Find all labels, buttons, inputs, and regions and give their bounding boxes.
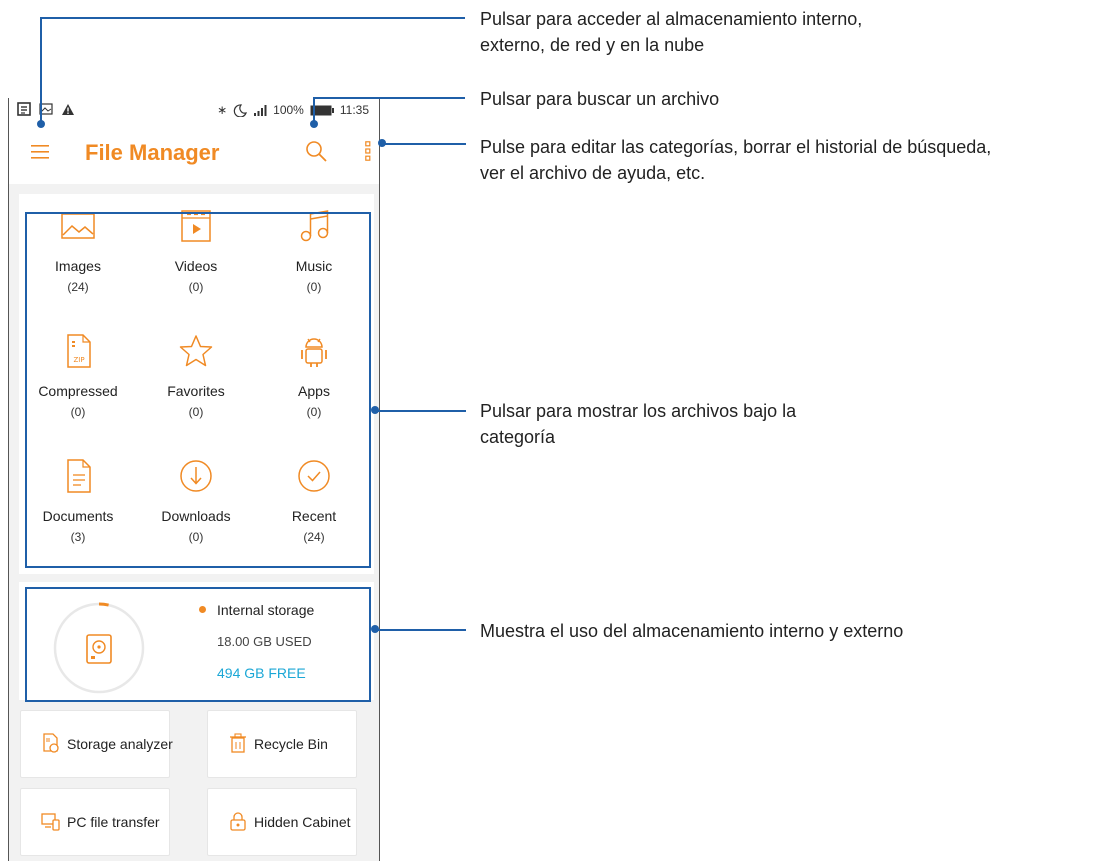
image-icon [61,213,95,239]
download-icon [180,460,212,492]
check-circle-icon [298,460,330,492]
video-icon [181,210,211,242]
more-options-icon[interactable] [365,141,371,161]
category-label: Favorites [167,383,225,399]
storage-card[interactable]: Internal storage 18.00 GB USED 494 GB FR… [19,582,374,700]
category-label: Downloads [161,508,231,524]
storage-indicator-dot [199,606,206,613]
android-icon [301,338,327,367]
storage-free: 494 GB FREE [217,665,306,681]
recycle-bin-button[interactable]: Recycle Bin [207,710,357,778]
callout-line [40,17,465,19]
category-label: Images [55,258,101,274]
annotation-storage-locations: Pulsar para acceder al almacenamiento in… [480,6,1110,58]
annotation-storage-usage: Muestra el uso del almacenamiento intern… [480,618,1110,644]
callout-line [313,97,315,122]
zip-icon: ZIP [67,334,91,368]
category-recent[interactable]: Recent (24) [255,444,373,564]
category-images[interactable]: Images (24) [19,194,137,314]
category-label: Recent [291,508,337,524]
callout-line [375,410,466,412]
category-label: Videos [174,258,218,274]
annotation-search: Pulsar para buscar un archivo [480,86,1110,112]
document-icon [67,459,91,493]
star-icon [179,335,213,367]
alert-icon [62,103,74,115]
category-grid: Images (24) Videos (0) Music (0) ZIP Com… [19,194,374,574]
phone-screen: ∗ 100% 11:35 File Manager Images (24) Vi… [8,98,380,861]
annotation-line: Muestra el uso del almacenamiento intern… [480,621,904,641]
category-count: (0) [188,530,204,544]
battery-percent: 100% [273,103,304,117]
category-label: Apps [298,383,330,399]
bluetooth-icon: ∗ [217,103,228,117]
category-count: (0) [188,280,204,294]
category-label: Compressed [38,383,118,399]
callout-line [382,143,466,145]
storage-name: Internal storage [217,602,315,618]
storage-analyzer-button[interactable]: Storage analyzer [20,710,173,778]
clock: 11:35 [339,103,369,117]
callout-line [40,17,42,122]
category-downloads[interactable]: Downloads (0) [137,444,255,564]
annotation-line: categoría [480,427,556,447]
menu-icon[interactable] [31,144,49,160]
category-count: (3) [70,530,86,544]
annotation-line: ver el archivo de ayuda, etc. [480,163,706,183]
category-music[interactable]: Music (0) [255,194,373,314]
annotation-line: externo, de red y en la nube [480,35,705,55]
category-compressed[interactable]: ZIP Compressed (0) [19,319,137,439]
music-icon [300,210,329,242]
callout-line [375,629,466,631]
storage-used: 18.00 GB USED [217,634,312,649]
annotation-line: Pulsar para mostrar los archivos bajo la [480,401,797,421]
category-count: (24) [303,530,325,544]
annotation-line: Pulsar para buscar un archivo [480,89,720,109]
signal-icon [254,104,267,116]
do-not-disturb-icon [233,103,248,117]
category-count: (0) [306,280,322,294]
category-count: (0) [306,405,322,419]
callout-line [313,97,465,99]
pc-transfer-icon [41,813,60,831]
category-count: (0) [70,405,86,419]
search-icon[interactable] [305,140,327,162]
hidden-cabinet-button[interactable]: Hidden Cabinet [207,788,357,856]
category-videos[interactable]: Videos (0) [137,194,255,314]
app-bar: File Manager [9,122,379,184]
lock-icon [230,812,246,831]
category-documents[interactable]: Documents (3) [19,444,137,564]
tool-label: PC file transfer [67,814,160,830]
tool-label: Hidden Cabinet [254,814,351,830]
news-icon [17,102,31,116]
svg-text:ZIP: ZIP [73,356,84,364]
annotation-menu: Pulse para editar las categorías, borrar… [480,134,1110,186]
pc-file-transfer-button[interactable]: PC file transfer [20,788,170,856]
annotation-line: Pulse para editar las categorías, borrar… [480,137,992,157]
hard-drive-icon [86,634,112,664]
category-label: Music [295,258,333,274]
storage-analyzer-icon [43,733,59,753]
category-count: (0) [188,405,204,419]
tool-label: Storage analyzer [67,736,173,752]
annotation-categories: Pulsar para mostrar los archivos bajo la… [480,398,1110,450]
category-apps[interactable]: Apps (0) [255,319,373,439]
category-favorites[interactable]: Favorites (0) [137,319,255,439]
app-title: File Manager [85,140,220,165]
status-bar: ∗ 100% 11:35 [9,98,379,122]
category-count: (24) [67,280,89,294]
tool-label: Recycle Bin [254,736,328,752]
trash-icon [230,733,246,753]
annotation-line: Pulsar para acceder al almacenamiento in… [480,9,863,29]
category-label: Documents [42,508,114,524]
